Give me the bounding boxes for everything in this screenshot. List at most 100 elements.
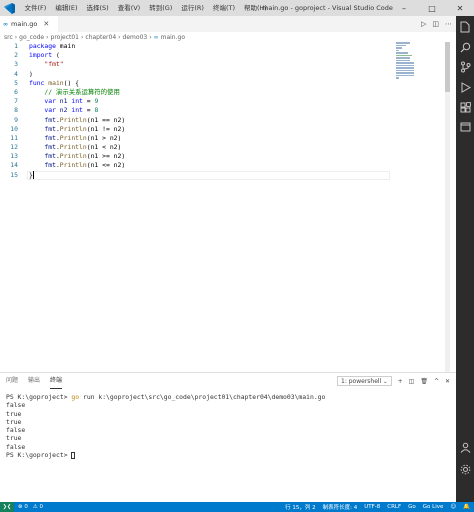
line-number: 3 xyxy=(14,60,18,69)
menu-view[interactable]: 查看(V) xyxy=(113,0,145,16)
line-number: 12 xyxy=(10,143,18,152)
panel-tabs: 问题 输出 终端 xyxy=(6,373,63,389)
status-right: 行 15，列 2 制表符长度: 4 UTF-8 CRLF Go Go Live … xyxy=(285,502,470,512)
add-terminal-icon[interactable]: + xyxy=(398,378,403,385)
menu-run[interactable]: 运行(R) xyxy=(177,0,209,16)
code-token: int xyxy=(71,106,83,115)
maximize-panel-icon[interactable]: ^ xyxy=(434,378,439,385)
end-of-line[interactable]: CRLF xyxy=(387,504,401,510)
breadcrumb-item[interactable]: main.go xyxy=(161,34,185,41)
code-line: "fmt" xyxy=(29,60,125,69)
run-icon[interactable]: ▷ xyxy=(421,20,426,28)
account-icon[interactable] xyxy=(456,438,474,456)
code-token: (n1 < n2) xyxy=(86,143,122,152)
warnings-icon[interactable]: ⚠ 0 xyxy=(33,504,43,510)
minimap[interactable] xyxy=(396,42,436,82)
breadcrumb-item[interactable]: project01 xyxy=(51,34,79,41)
notifications-icon[interactable]: 🔔 xyxy=(463,504,470,510)
close-panel-icon[interactable]: ✕ xyxy=(445,378,450,385)
terminal-line: PS K:\goproject> go run k:\goproject\src… xyxy=(6,393,325,401)
scrollbar-thumb[interactable] xyxy=(445,42,450,92)
activity-bar xyxy=(456,16,474,502)
more-actions-icon[interactable]: ⋯ xyxy=(445,20,452,28)
cursor-position[interactable]: 行 15，列 2 xyxy=(285,503,316,511)
menu-edit[interactable]: 编辑(E) xyxy=(51,0,82,16)
go-file-icon: ∞ xyxy=(3,20,8,28)
menu-bar: 文件(F) 编辑(E) 选择(S) 查看(V) 转到(G) 运行(R) 终端(T… xyxy=(20,0,271,16)
maximize-icon[interactable]: □ xyxy=(418,0,446,16)
go-file-icon: ∞ xyxy=(153,33,159,41)
breadcrumb-item[interactable]: demo03 xyxy=(123,34,148,41)
code-token: package xyxy=(29,42,56,50)
breadcrumb-item[interactable]: chapter04 xyxy=(85,34,116,41)
terminal-line: true xyxy=(6,409,22,418)
tab-close-icon[interactable]: ✕ xyxy=(43,20,49,28)
editor-scrollbar[interactable] xyxy=(445,42,450,372)
delete-terminal-icon[interactable]: 🗑 xyxy=(420,378,428,385)
panel-toolbar: 1: powershell ⌄ + ◫ 🗑 ^ ✕ xyxy=(337,373,450,389)
manage-gear-icon[interactable] xyxy=(456,460,474,478)
terminal-select-label: 1: powershell xyxy=(341,378,382,385)
menu-selection[interactable]: 选择(S) xyxy=(82,0,113,16)
remote-explorer-icon[interactable] xyxy=(456,118,474,136)
tab-label: main.go xyxy=(11,20,38,28)
code-token: n1 xyxy=(59,97,68,106)
code-line: fmt.Println(n1 == n2) xyxy=(29,116,125,125)
code-line: // 演示关系运算符的使用 xyxy=(29,88,125,97)
menu-file[interactable]: 文件(F) xyxy=(20,0,51,16)
tab-main-go[interactable]: ∞ main.go ✕ xyxy=(0,16,58,32)
terminal-output[interactable]: PS K:\goproject> go run k:\goproject\src… xyxy=(6,393,325,459)
extensions-icon[interactable] xyxy=(456,98,474,116)
menu-goto[interactable]: 转到(G) xyxy=(145,0,177,16)
status-bar: ❯❮ ⊗ 0 ⚠ 0 行 15，列 2 制表符长度: 4 UTF-8 CRLF … xyxy=(0,502,474,512)
language-mode[interactable]: Go xyxy=(408,504,416,510)
code-line: var n2 int = 8 xyxy=(29,106,125,115)
code-token: Println xyxy=(59,124,87,133)
line-number-gutter: 1 2 3 4 5 6 7 8 9 10 11 12 13 14 15 xyxy=(0,42,24,180)
code-token: (n1 != n2) xyxy=(86,124,126,133)
tab-problems[interactable]: 问题 xyxy=(6,373,18,389)
code-token: // 演示关系运算符的使用 xyxy=(44,87,120,96)
terminal-cursor xyxy=(71,451,76,459)
terminal-command: go xyxy=(71,393,80,401)
feedback-icon[interactable]: ☺ xyxy=(450,504,456,510)
errors-icon[interactable]: ⊗ 0 xyxy=(18,504,28,510)
editor-tab-bar: ∞ main.go ✕ ▷ ◫ ⋯ xyxy=(0,16,456,32)
menu-terminal[interactable]: 终端(T) xyxy=(208,0,239,16)
tab-size[interactable]: 制表符长度: 4 xyxy=(323,503,358,511)
terminal-line: true xyxy=(6,417,22,426)
run-debug-icon[interactable] xyxy=(456,78,474,96)
code-editor[interactable]: 1 2 3 4 5 6 7 8 9 10 11 12 13 14 15 pack… xyxy=(0,42,446,372)
minimize-icon[interactable]: – xyxy=(390,0,418,16)
source-control-icon[interactable] xyxy=(456,58,474,76)
code-token: var xyxy=(44,106,56,115)
split-terminal-icon[interactable]: ◫ xyxy=(409,378,415,385)
breadcrumb-item[interactable]: src xyxy=(4,34,13,41)
terminal-select-dropdown[interactable]: 1: powershell ⌄ xyxy=(337,376,392,386)
search-icon[interactable] xyxy=(456,38,474,56)
code-line: fmt.Println(n1 != n2) xyxy=(29,125,125,134)
status-left: ⊗ 0 ⚠ 0 xyxy=(14,504,43,510)
line-number: 7 xyxy=(14,97,18,106)
code-token: n2 xyxy=(59,106,68,115)
line-number: 10 xyxy=(10,124,18,133)
tab-output[interactable]: 输出 xyxy=(28,373,40,389)
code-line: import ( xyxy=(29,51,125,60)
code-line: } xyxy=(29,170,125,180)
breadcrumb-item[interactable]: go_code xyxy=(19,34,44,41)
split-editor-icon[interactable]: ◫ xyxy=(432,20,439,28)
tab-terminal[interactable]: 终端 xyxy=(50,373,63,389)
remote-indicator-icon[interactable]: ❯❮ xyxy=(0,502,14,512)
vscode-logo-icon xyxy=(3,2,15,14)
chevron-right-icon: › xyxy=(81,33,84,41)
go-live-button[interactable]: Go Live xyxy=(423,504,444,510)
explorer-icon[interactable] xyxy=(456,18,474,36)
line-number: 9 xyxy=(14,115,18,124)
close-icon[interactable]: ✕ xyxy=(446,0,474,16)
encoding[interactable]: UTF-8 xyxy=(364,504,380,510)
